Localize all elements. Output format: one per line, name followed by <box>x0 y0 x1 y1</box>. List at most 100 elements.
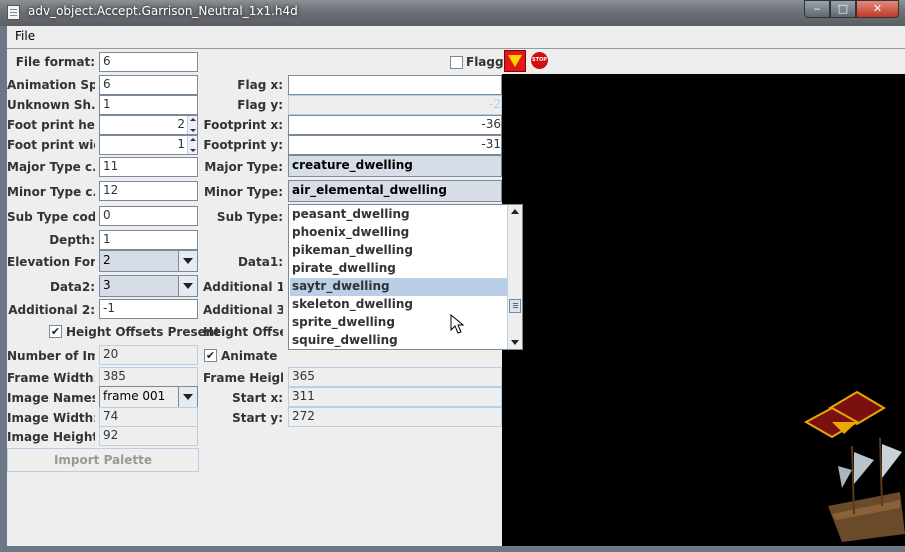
minor-type-dropdown[interactable]: air_elemental_dwelling <box>288 180 502 202</box>
image-names-selected: frame 001 <box>103 389 166 403</box>
sub-type-list-item[interactable]: pikeman_dwelling <box>290 242 508 260</box>
frame-height-field: 365 <box>288 367 502 387</box>
sub-type-code-label: Sub Type code: <box>7 210 95 224</box>
major-type-selected: creature_dwelling <box>292 158 413 172</box>
flag-y-label: Flag y: <box>237 98 283 112</box>
height-offsets-label: Height Offsets: <box>203 325 283 339</box>
footprint-width-spinner[interactable]: 1 <box>99 135 198 155</box>
sub-type-code-field[interactable]: 0 <box>99 206 198 226</box>
number-of-images-label: Number of Im... <box>7 349 95 363</box>
start-y-field: 272 <box>288 407 502 427</box>
sub-type-list[interactable]: peasant_dwelling phoenix_dwelling pikeman_… <box>288 204 523 350</box>
ship-sprite <box>828 437 905 542</box>
mouse-cursor-icon <box>450 314 464 334</box>
stop-icon[interactable] <box>529 50 551 72</box>
close-button[interactable]: ✕ <box>856 0 899 18</box>
sub-type-list-item[interactable]: peasant_dwelling <box>290 206 508 224</box>
major-type-dropdown[interactable]: creature_dwelling <box>288 155 502 177</box>
sub-type-list-item[interactable]: saytr_dwelling <box>290 278 508 296</box>
frame-width-label: Frame Width: <box>7 371 95 385</box>
frame-height-label: Frame Height: <box>203 371 283 385</box>
maximize-button[interactable]: □ <box>830 0 856 18</box>
footprint-x-field[interactable]: -36 <box>288 115 502 135</box>
start-x-field: 311 <box>288 387 502 407</box>
data2-selected: 3 <box>103 278 111 292</box>
footprint-width-label: Foot print wid... <box>7 138 95 152</box>
footprint-height-spin-arrows[interactable] <box>187 116 197 134</box>
menu-file[interactable]: File <box>15 29 35 43</box>
scroll-up-icon[interactable] <box>508 205 522 219</box>
animation-speed-field[interactable]: 6 <box>99 75 198 95</box>
document-icon <box>7 5 20 20</box>
sub-type-list-item[interactable]: sprite_dwelling <box>290 314 508 332</box>
additional2-field[interactable]: -1 <box>99 299 198 319</box>
elevation-label: Elevation For... <box>7 255 95 269</box>
elevation-dropdown[interactable]: 2 <box>99 250 198 272</box>
footprint-height-spinner[interactable]: 2 <box>99 115 198 135</box>
data1-label: Data1: <box>237 255 283 269</box>
start-y-label: Start y: <box>232 411 283 425</box>
data2-dropdown[interactable]: 3 <box>99 275 198 297</box>
file-format-label: File format: <box>15 55 95 69</box>
data2-label: Data2: <box>49 280 95 294</box>
flag-x-label: Flag x: <box>237 78 283 92</box>
sub-type-list-item[interactable]: skeleton_dwelling <box>290 296 508 314</box>
image-names-dropdown[interactable]: frame 001 <box>99 386 198 408</box>
minor-type-selected: air_elemental_dwelling <box>292 183 447 197</box>
image-names-label: Image Names: <box>7 391 95 405</box>
additional2-label: Additional 2: <box>8 303 95 317</box>
chevron-down-icon[interactable] <box>178 251 197 271</box>
window-title: adv_object.Accept.Garrison_Neutral_1x1.h… <box>28 4 298 18</box>
start-x-label: Start x: <box>232 391 283 405</box>
height-offsets-present-checkbox[interactable]: ✔ <box>49 325 62 338</box>
image-preview <box>502 74 905 546</box>
animate-checkbox[interactable]: ✔ <box>204 349 217 362</box>
image-width-field: 74 <box>99 407 198 427</box>
image-height-field: 92 <box>99 426 198 446</box>
frame-width-field: 385 <box>99 367 198 387</box>
sub-type-list-item[interactable]: squire_dwelling <box>290 332 508 350</box>
scroll-thumb[interactable] <box>509 299 521 313</box>
additional3-label: Additional 3: <box>203 303 283 317</box>
footprint-tiles <box>803 390 886 439</box>
title-bar: adv_object.Accept.Garrison_Neutral_1x1.h… <box>0 0 905 26</box>
footprint-width-spin-arrows[interactable] <box>187 136 197 154</box>
chevron-down-icon[interactable] <box>178 387 197 407</box>
major-type-label: Major Type: <box>204 160 283 174</box>
main-window: File File format: 6 Animation Sp... 6 Un… <box>7 26 905 546</box>
minor-type-code-label: Minor Type c... <box>7 185 95 199</box>
sub-type-list-item[interactable]: pirate_dwelling <box>290 260 508 278</box>
additional1-label: Additional 1: <box>203 280 283 294</box>
image-height-label: Image Height: <box>7 430 95 444</box>
height-offsets-present-label: Height Offsets Present <box>66 325 221 339</box>
file-format-field[interactable]: 6 <box>99 52 198 72</box>
animation-speed-label: Animation Sp... <box>7 78 95 92</box>
menu-bar: File <box>7 26 905 48</box>
footprint-y-field[interactable]: -31 <box>288 135 502 155</box>
major-type-code-field[interactable]: 11 <box>99 157 198 177</box>
flag-y-field: -2 <box>288 95 502 115</box>
sub-type-label: Sub Type: <box>216 210 283 224</box>
chevron-down-icon[interactable] <box>178 276 197 296</box>
minor-type-label: Minor Type: <box>203 185 283 199</box>
sub-type-list-item[interactable]: phoenix_dwelling <box>290 224 508 242</box>
depth-label: Depth: <box>49 233 95 247</box>
window-controls: ‒ □ ✕ <box>804 0 899 18</box>
animate-label: Animate <box>221 349 278 363</box>
unknown-short-label: Unknown Sh... <box>7 98 95 112</box>
minimize-button[interactable]: ‒ <box>804 0 830 18</box>
menu-separator <box>7 48 905 49</box>
list-scrollbar[interactable] <box>507 205 522 349</box>
flagged-checkbox[interactable] <box>450 56 463 69</box>
import-palette-button[interactable]: Import Palette <box>7 448 199 472</box>
filter-icon[interactable] <box>504 50 526 72</box>
footprint-height-label: Foot print hei... <box>7 118 95 132</box>
image-width-label: Image Width: <box>7 411 95 425</box>
sprite-preview <box>803 390 905 542</box>
depth-field[interactable]: 1 <box>99 230 198 250</box>
unknown-short-field[interactable]: 1 <box>99 95 198 115</box>
footprint-y-label: Footprint y: <box>203 138 283 152</box>
flag-x-field[interactable] <box>288 75 502 95</box>
scroll-down-icon[interactable] <box>508 335 522 349</box>
minor-type-code-field[interactable]: 12 <box>99 181 198 201</box>
